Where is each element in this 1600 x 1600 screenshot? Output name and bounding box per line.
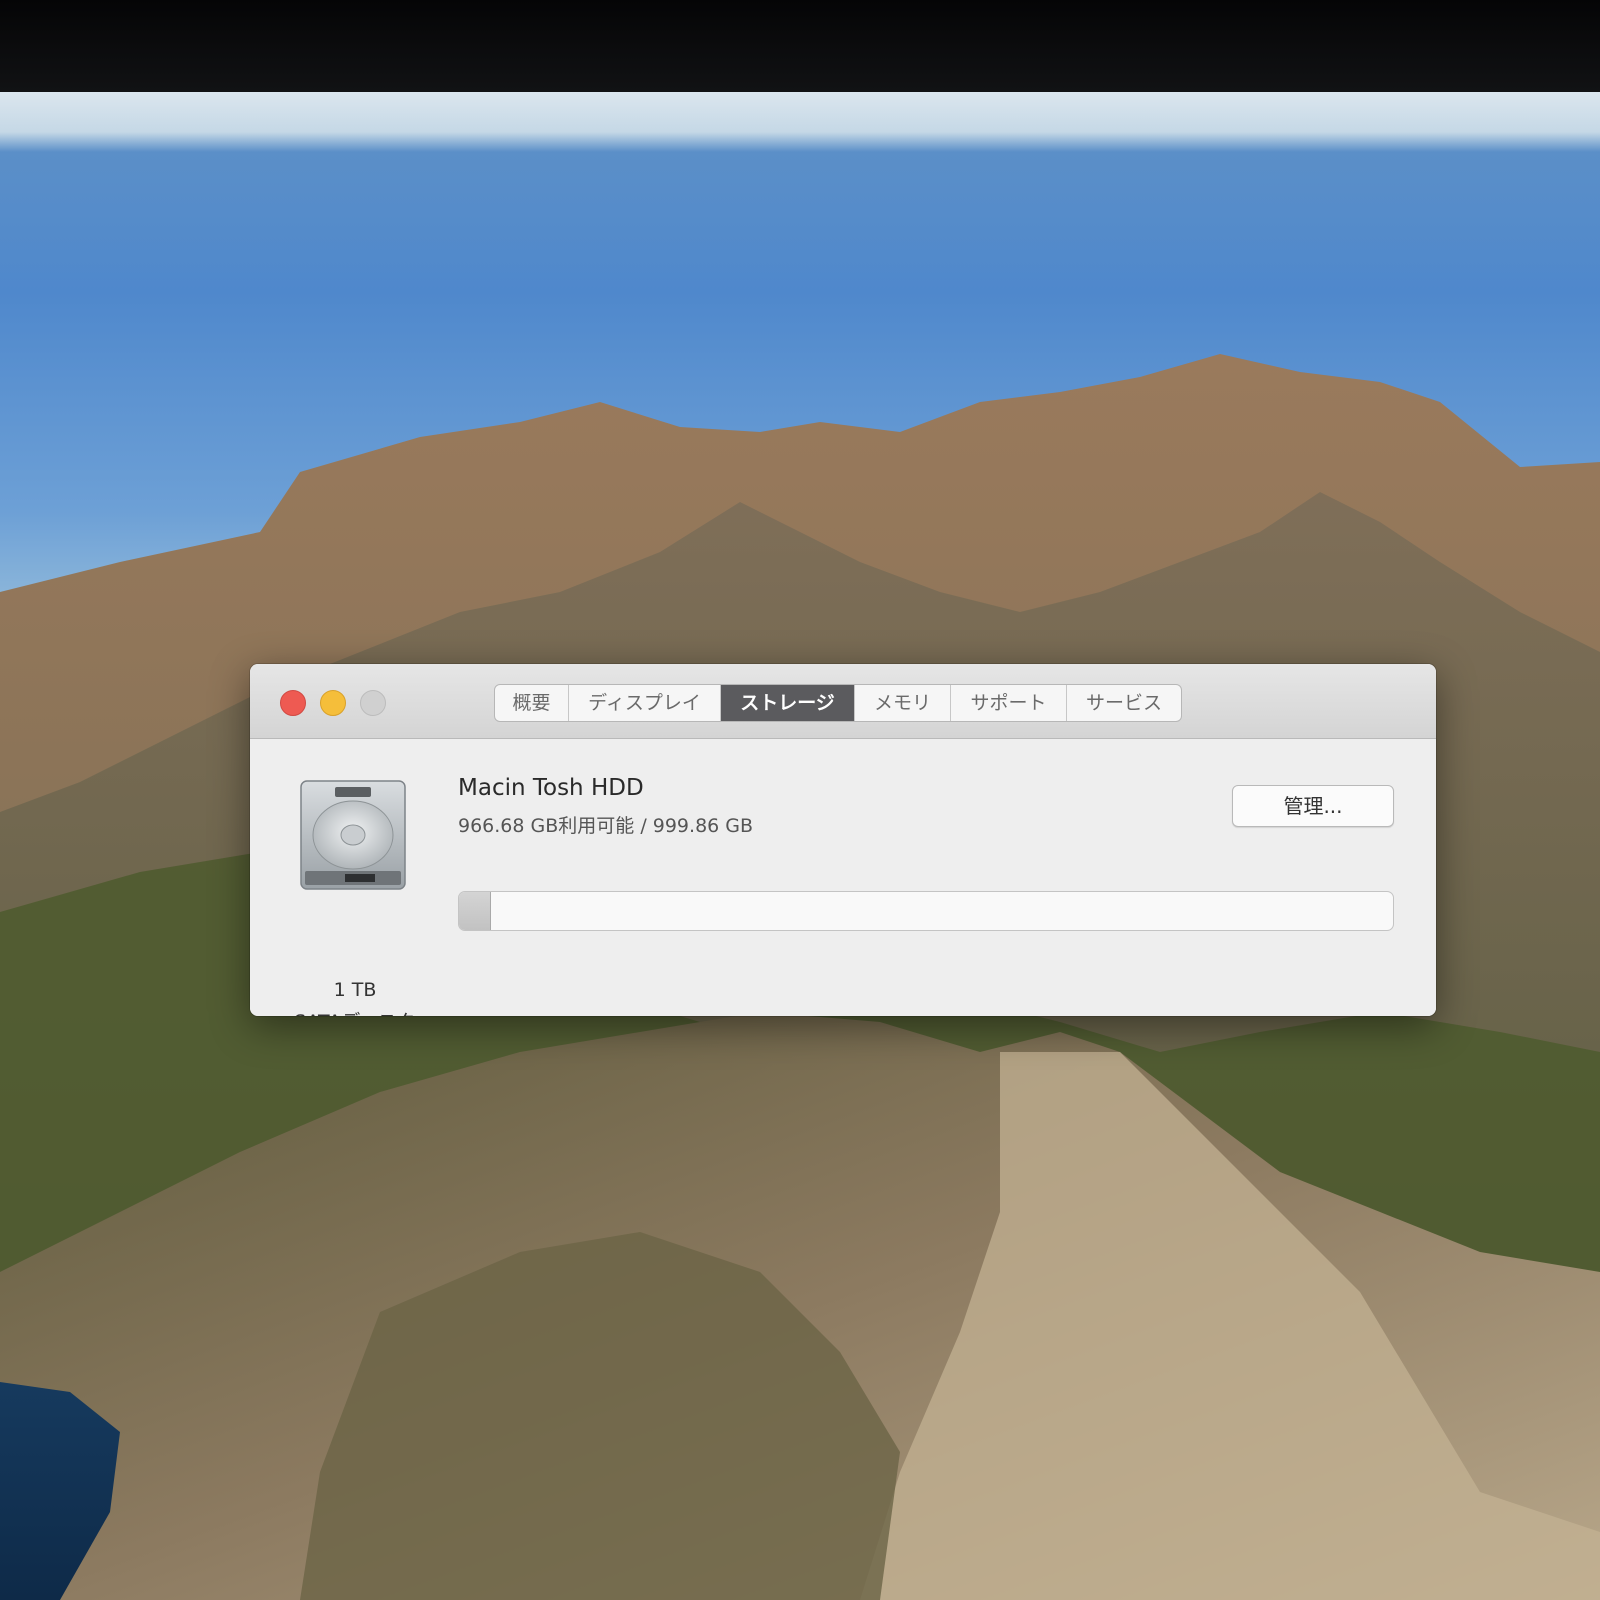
tab-storage[interactable]: ストレージ — [721, 685, 855, 721]
tab-service[interactable]: サービス — [1067, 685, 1181, 721]
tab-display[interactable]: ディスプレイ — [569, 685, 721, 721]
storage-panel: 1 TB SATAディスク Macin Tosh HDD 966.68 GB利用… — [250, 739, 1436, 1016]
tab-support[interactable]: サポート — [951, 685, 1067, 721]
window-titlebar[interactable]: 概要 ディスプレイ ストレージ メモリ サポート サービス — [250, 664, 1436, 739]
manage-button[interactable]: 管理... — [1232, 785, 1394, 827]
tab-memory[interactable]: メモリ — [855, 685, 951, 721]
volume-usage: 966.68 GB利用可能 / 999.86 GB — [458, 815, 754, 837]
tab-bar: 概要 ディスプレイ ストレージ メモリ サポート サービス — [494, 684, 1182, 722]
tab-overview[interactable]: 概要 — [495, 685, 569, 721]
storage-used-segment — [459, 892, 491, 930]
zoom-window-button — [360, 690, 386, 716]
disk-capacity: 1 TB — [333, 979, 377, 1001]
about-this-mac-window: 概要 ディスプレイ ストレージ メモリ サポート サービス 1 TB Macin… — [250, 664, 1436, 1016]
storage-usage-bar — [458, 891, 1394, 931]
disk-type: SATAディスク — [270, 1007, 440, 1016]
close-window-button[interactable] — [280, 690, 306, 716]
volume-name: Macin Tosh HDD — [458, 775, 644, 801]
minimize-window-button[interactable] — [320, 690, 346, 716]
monitor-bezel — [0, 0, 1600, 92]
hard-drive-icon — [300, 780, 406, 890]
